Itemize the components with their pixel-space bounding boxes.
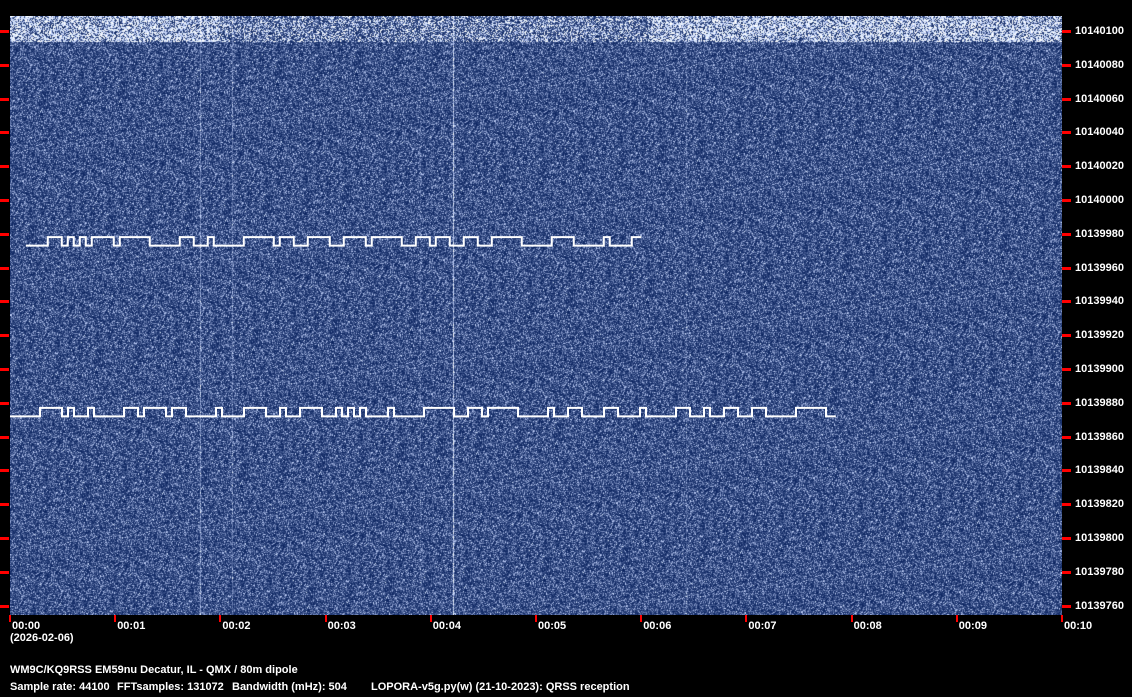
x-tick-mark <box>1061 615 1063 622</box>
x-tick-mark <box>429 615 432 622</box>
y-tick-mark-right <box>1062 401 1071 405</box>
x-tick-mark <box>745 615 748 622</box>
y-tick-label: 10140060 <box>1075 92 1124 105</box>
y-tick-mark-right <box>1062 368 1071 371</box>
station-label: WM9C/KQ9RSS EM59nu Decatur, IL - QMX / 8… <box>10 664 298 676</box>
y-tick-mark-left <box>0 165 9 169</box>
bandwidth-label: Bandwidth (mHz): 504 <box>232 681 347 693</box>
fft-samples-label: FFTsamples: 131072 <box>117 681 224 693</box>
x-tick-mark <box>640 615 643 622</box>
y-tick-label: 10140100 <box>1075 25 1124 37</box>
x-tick-label: 00:04 <box>432 620 461 632</box>
y-tick-mark-left <box>0 334 9 338</box>
x-tick-mark <box>535 615 537 622</box>
y-tick-mark-left <box>0 368 9 371</box>
y-tick-label: 10139900 <box>1075 363 1124 375</box>
y-tick-label: 10140020 <box>1075 160 1124 173</box>
y-tick-mark-left <box>0 199 9 202</box>
y-tick-mark-right <box>1062 30 1071 33</box>
y-tick-label: 10139820 <box>1075 498 1124 511</box>
y-tick-mark-left <box>0 604 9 608</box>
y-tick-label: 10140080 <box>1075 58 1124 71</box>
y-tick-label: 10140040 <box>1075 126 1124 139</box>
signal-trace <box>10 406 836 418</box>
x-tick-label: 00:05 <box>538 620 567 632</box>
x-tick-mark <box>955 615 958 622</box>
y-tick-mark-right <box>1062 570 1071 574</box>
x-tick-label: 00:09 <box>958 620 987 632</box>
x-tick-mark <box>114 615 117 622</box>
y-tick-label: 10139800 <box>1075 532 1124 544</box>
x-tick-label: 00:08 <box>853 620 882 632</box>
y-tick-label: 10139780 <box>1075 565 1124 578</box>
y-tick-mark-right <box>1062 199 1071 202</box>
y-tick-mark-left <box>0 503 9 507</box>
y-tick-mark-left <box>0 401 9 405</box>
y-tick-mark-left <box>0 131 9 135</box>
y-tick-mark-left <box>0 30 9 33</box>
x-tick-mark <box>324 615 327 622</box>
y-tick-mark-left <box>0 435 9 439</box>
signal-trace <box>25 236 642 247</box>
spectrogram-plot <box>10 16 1062 615</box>
y-tick-mark-right <box>1062 97 1071 101</box>
y-tick-mark-left <box>0 570 9 574</box>
sample-rate-label: Sample rate: 44100 <box>10 681 110 693</box>
y-tick-label: 10139940 <box>1075 295 1124 308</box>
x-tick-label: 00:00 <box>12 620 41 632</box>
software-label: LOPORA-v5g.py(w) (21-10-2023): QRSS rece… <box>371 681 630 693</box>
signal-polyline <box>10 406 836 418</box>
y-tick-mark-left <box>0 97 9 101</box>
y-tick-mark-right <box>1062 469 1071 473</box>
x-tick-label: 00:07 <box>748 620 777 632</box>
y-tick-mark-right <box>1062 266 1071 270</box>
y-tick-mark-left <box>0 266 9 270</box>
y-tick-label: 10139860 <box>1075 430 1124 443</box>
y-tick-mark-left <box>0 63 9 67</box>
signal-polyline <box>25 236 642 247</box>
y-tick-mark-right <box>1062 63 1071 67</box>
y-tick-mark-right <box>1062 604 1071 608</box>
x-tick-label: 00:01 <box>117 620 146 632</box>
y-tick-mark-right <box>1062 165 1071 169</box>
y-tick-mark-right <box>1062 300 1071 304</box>
y-tick-label: 10139960 <box>1075 261 1124 274</box>
y-tick-label: 10139920 <box>1075 329 1124 342</box>
y-tick-label: 10140000 <box>1075 194 1124 206</box>
y-tick-mark-right <box>1062 334 1071 338</box>
x-tick-mark <box>850 615 853 622</box>
y-tick-mark-left <box>0 537 9 540</box>
x-tick-label: 00:06 <box>643 620 672 632</box>
y-tick-mark-left <box>0 232 9 236</box>
y-tick-label: 10139880 <box>1075 396 1124 409</box>
date-label: (2026-02-06) <box>10 632 74 644</box>
y-tick-mark-right <box>1062 131 1071 135</box>
x-tick-mark <box>219 615 222 622</box>
x-tick-label: 00:02 <box>222 620 251 632</box>
y-tick-mark-right <box>1062 537 1071 540</box>
y-tick-mark-right <box>1062 232 1071 236</box>
y-tick-mark-right <box>1062 435 1071 439</box>
y-tick-mark-left <box>0 469 9 473</box>
y-tick-label: 10139980 <box>1075 227 1124 240</box>
x-tick-label: 00:03 <box>327 620 356 632</box>
x-tick-mark <box>9 615 11 622</box>
x-tick-label: 00:10 <box>1064 620 1093 632</box>
y-tick-label: 10139840 <box>1075 464 1124 477</box>
y-tick-mark-left <box>0 300 9 304</box>
y-tick-mark-right <box>1062 503 1071 507</box>
signal-overlay <box>10 236 836 418</box>
y-tick-label: 10139760 <box>1075 599 1124 612</box>
